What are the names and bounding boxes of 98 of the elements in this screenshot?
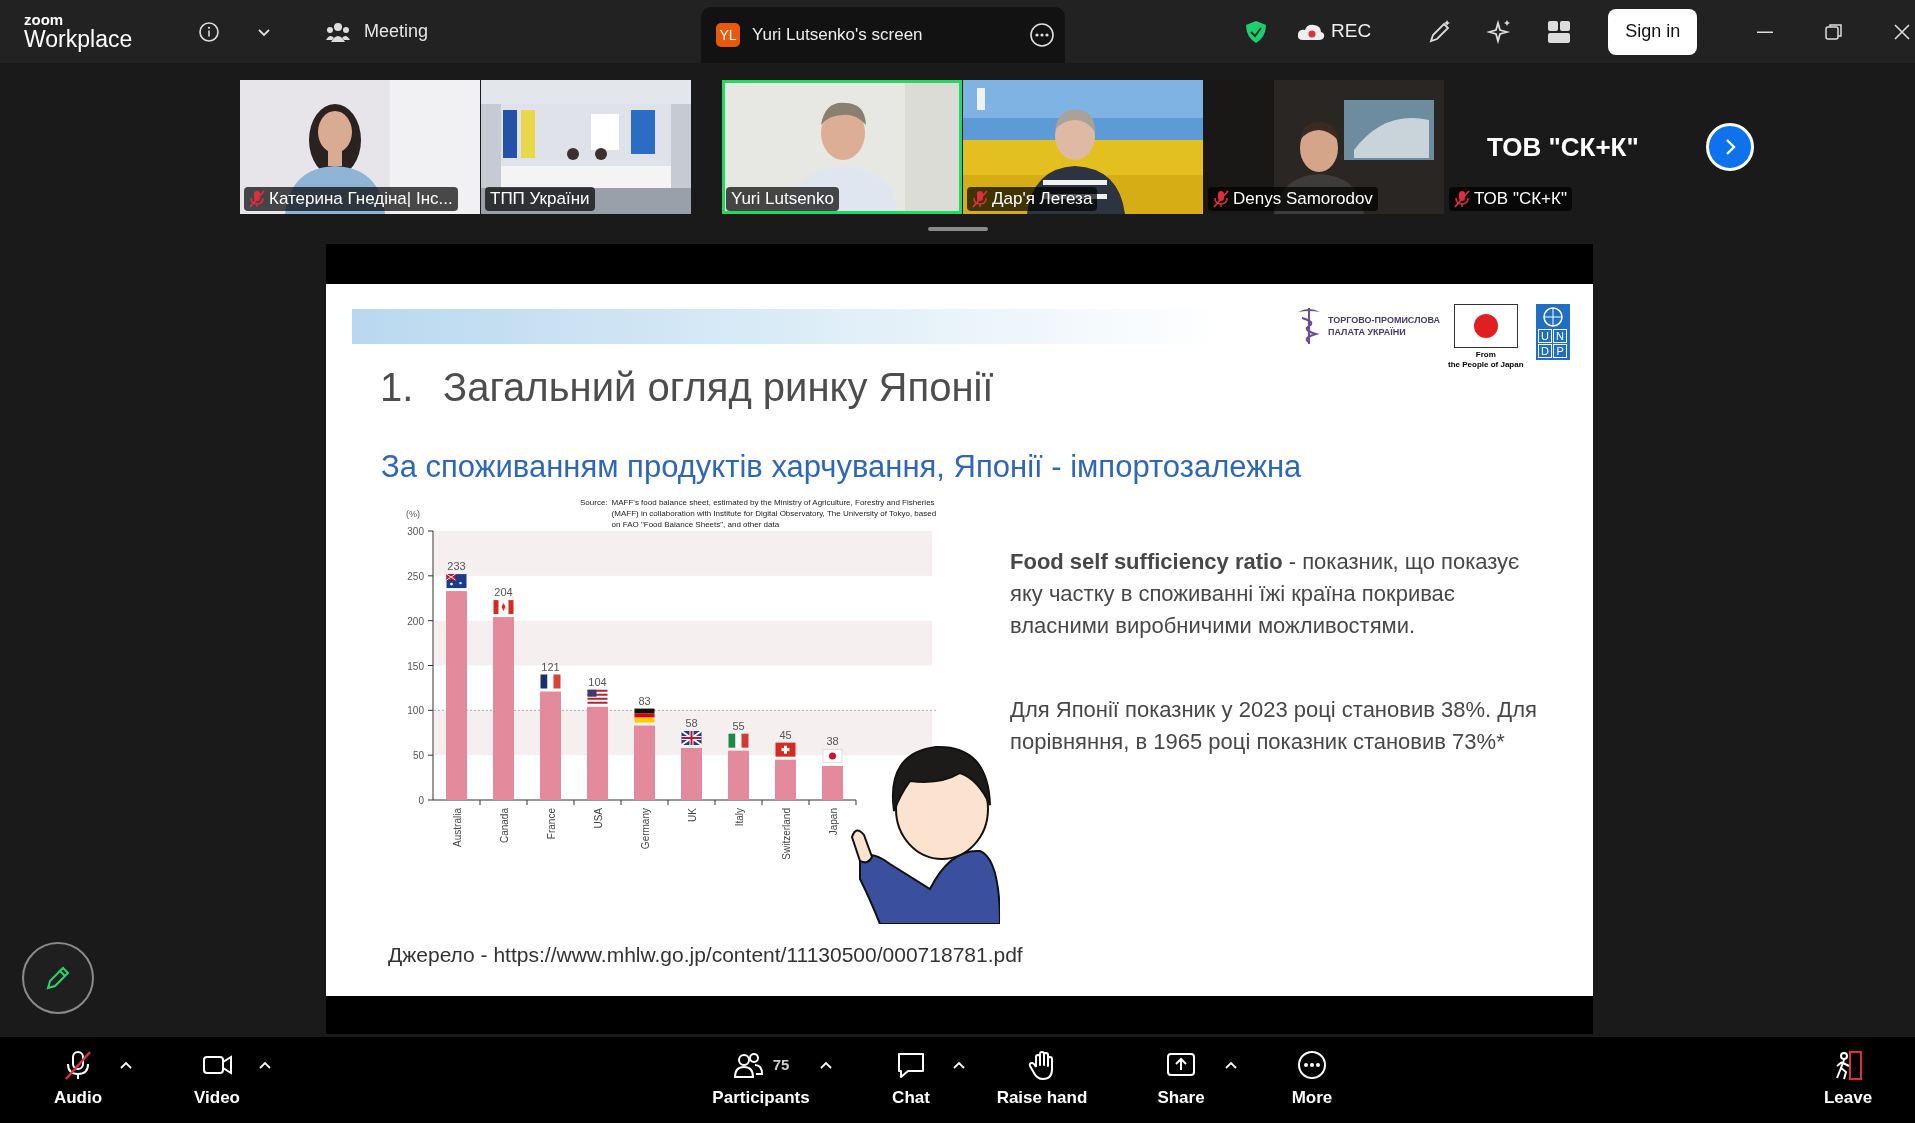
tick-label: 50 <box>412 750 424 762</box>
caret-up-icon <box>820 1061 832 1069</box>
tick-label: 100 <box>407 705 424 717</box>
restore-icon[interactable] <box>1825 22 1844 41</box>
more-icon <box>1297 1049 1327 1081</box>
logo-text: D <box>1538 344 1553 358</box>
flag-icon <box>822 748 843 763</box>
logo-text: Workplace <box>24 28 134 51</box>
flag-icon <box>634 708 655 723</box>
logo-text: U <box>1538 329 1553 343</box>
value-label: 38 <box>826 734 839 747</box>
paragraph: Food self sufficiency ratio - показник, що показує яку частку в споживанні їжі країна покриває власними виробничими можливостями. <box>1010 548 1521 640</box>
category-label: Canada <box>498 808 510 844</box>
category-label: USA <box>592 808 604 829</box>
category-label: Italy <box>733 808 745 827</box>
participant-name: Denys Samorodov <box>1233 188 1373 211</box>
value-label: 204 <box>494 586 513 599</box>
slide-title: Загальний огляд ринку Японії <box>443 364 994 411</box>
participant-name: Дар'я Легеза <box>992 188 1093 211</box>
bar <box>775 759 796 800</box>
next-page-button[interactable] <box>1706 123 1754 171</box>
leave-button[interactable]: Leave <box>1810 1049 1886 1111</box>
slide-subtitle: За споживанням продуктів харчування, Японії - імпортозалежна <box>381 448 1302 486</box>
tick-label: 0 <box>418 795 424 806</box>
flag-icon <box>540 674 561 689</box>
participant-name: Катерина Гнедіна| Інс... <box>269 188 453 211</box>
participants-button[interactable]: 75 Participants <box>706 1049 816 1111</box>
sign-in-button[interactable]: Sign in <box>1608 8 1698 55</box>
participant-count: 75 <box>772 1055 790 1075</box>
participant-name: ТПП України <box>490 188 590 211</box>
raise-hand-button[interactable]: Raise hand <box>994 1049 1090 1111</box>
paragraph: Для Японії показник у 2023 році становив 38%. Для порівняння, в 1965 році показник становив 73%* <box>1010 696 1538 756</box>
caduceus-icon <box>1296 306 1322 346</box>
participant-name: ТОВ "СК+К" <box>1487 130 1639 164</box>
value-label: 233 <box>447 560 466 573</box>
value-label: 121 <box>541 660 560 673</box>
logo-text: zoom <box>24 12 65 27</box>
more-button[interactable]: More <box>1274 1049 1350 1111</box>
flag-icon <box>493 600 514 615</box>
share-button[interactable]: Share <box>1141 1049 1221 1111</box>
category-label: Australia <box>451 808 463 847</box>
logo-text: ТОРГОВО-ПРОМИСЛОВА <box>1328 314 1440 326</box>
logo-text: the People of Japan <box>1448 360 1524 370</box>
category-label: France <box>545 808 557 840</box>
avatar-badge: YL <box>716 23 741 47</box>
globe-icon <box>1541 306 1564 328</box>
pencil-icon <box>44 964 72 992</box>
bar <box>822 765 843 800</box>
caret-up-icon <box>953 1061 965 1069</box>
tick-label: 250 <box>407 570 424 582</box>
participant-name: ТОВ "СК+К" <box>1474 188 1567 211</box>
source-note: MAFF's food balance sheet, estimated by the Ministry of Agriculture, Forestry and Fisheries (MAFF) in collaboration with Institute for Digital Observatory, The University of Tokyo, based on FAO "Food Balance Sheets", and other data <box>611 497 938 530</box>
shield-icon[interactable] <box>1245 19 1268 44</box>
source-label: Source: <box>580 497 608 509</box>
close-icon[interactable] <box>1893 22 1912 41</box>
category-label: Japan <box>827 808 839 836</box>
tick-label: 200 <box>407 615 424 627</box>
value-label: 83 <box>638 694 651 707</box>
caret-up-icon <box>259 1061 271 1069</box>
value-label: 104 <box>588 675 607 688</box>
category-label: Germany <box>639 808 651 850</box>
category-label: UK <box>686 808 698 822</box>
participant-name: Yuri Lutsenko <box>731 188 834 211</box>
cloud-icon <box>1297 22 1326 41</box>
value-label: 55 <box>732 719 745 732</box>
audio-button[interactable]: Audio <box>40 1049 116 1111</box>
logo-text: From <box>1475 350 1496 360</box>
tick-label: 300 <box>407 526 424 537</box>
flag-icon <box>728 733 749 748</box>
bar <box>681 748 702 800</box>
logo-text: P <box>1553 344 1568 358</box>
more-icon[interactable] <box>1029 22 1056 48</box>
tab-title: Yuri Lutsenko's screen <box>752 24 923 47</box>
bar <box>728 750 749 800</box>
share-tab[interactable]: YL Yuri Lutsenko's screen <box>701 7 1066 63</box>
caret-up-icon <box>120 1061 132 1069</box>
source-text: Джерело - https://www.mhlw.go.jp/content/11130500/000718781.pdf <box>388 942 1023 968</box>
slide-number: 1. <box>380 364 415 411</box>
flag-icon <box>587 689 608 704</box>
chat-button[interactable]: Chat <box>873 1049 949 1111</box>
logo-text: ПАЛАТА УКРАЇНИ <box>1328 326 1407 338</box>
japan-flag-icon <box>1453 304 1518 348</box>
value-label: 58 <box>685 717 698 729</box>
resize-handle[interactable] <box>927 227 988 231</box>
record-button[interactable]: REC <box>1297 17 1372 46</box>
flag-icon <box>446 573 467 589</box>
video-button[interactable]: Video <box>179 1049 255 1111</box>
exit-icon <box>1833 1049 1863 1081</box>
category-label: Switzerland <box>780 808 792 860</box>
axis-label: (%) <box>406 509 420 519</box>
meeting-tab[interactable]: Meeting <box>326 11 429 52</box>
value-label: 45 <box>779 728 792 741</box>
info-icon[interactable] <box>198 20 220 43</box>
apps-icon[interactable] <box>1547 19 1572 44</box>
logo-text: N <box>1553 329 1568 343</box>
tick-label: 150 <box>407 660 424 672</box>
caret-up-icon <box>1225 1061 1237 1069</box>
people-icon <box>326 21 350 42</box>
